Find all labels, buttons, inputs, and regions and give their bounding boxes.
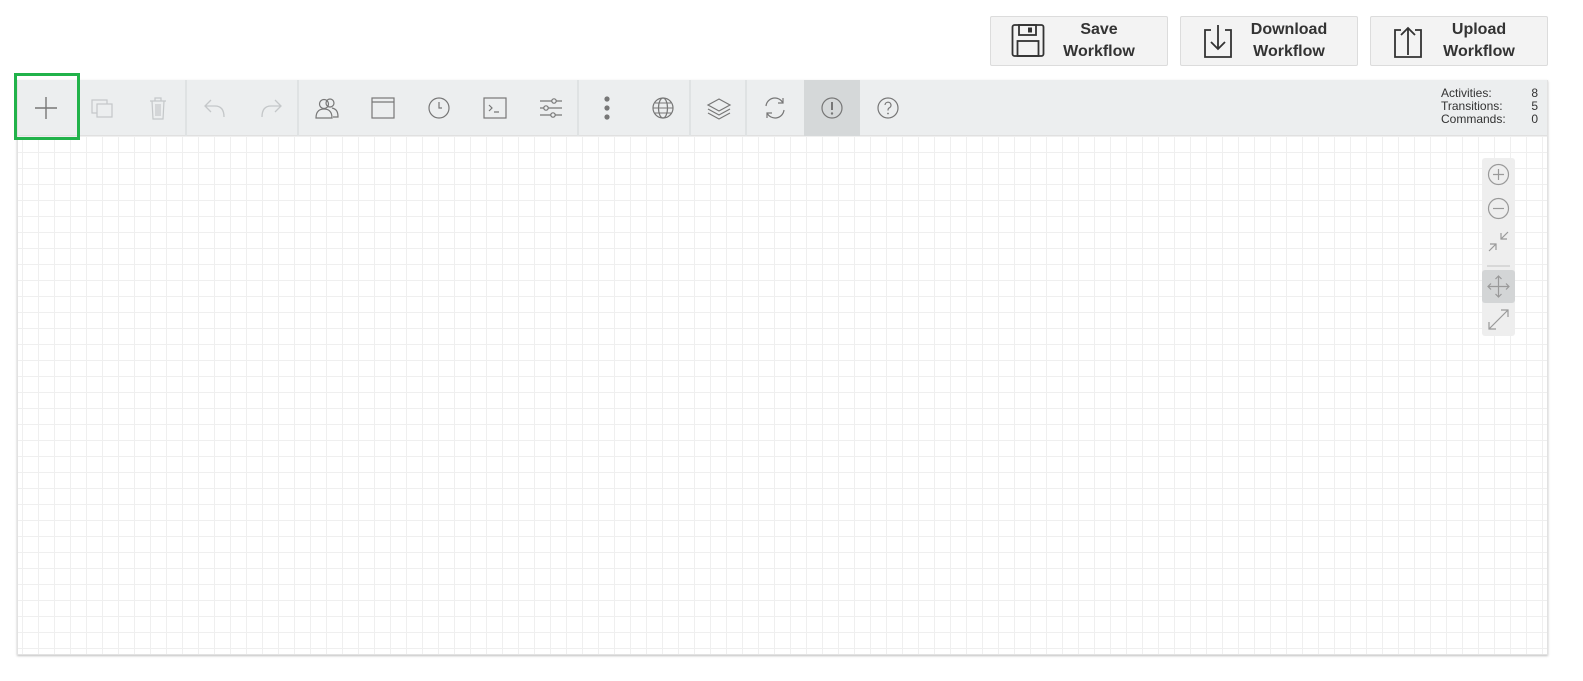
- fit-button[interactable]: [1482, 225, 1515, 258]
- zoom-out-icon: [1487, 197, 1510, 220]
- workflow-designer: Activities: 8 Transitions: 5 Commands: 0: [14, 73, 1548, 655]
- zoom-panel: [1482, 158, 1515, 336]
- move-icon: [1487, 275, 1510, 298]
- designer-toolbar: Activities: 8 Transitions: 5 Commands: 0: [14, 73, 1547, 140]
- window-button[interactable]: [355, 80, 411, 136]
- zoom-in-button[interactable]: [1482, 158, 1515, 191]
- download-workflow-label: Download Workflow: [1250, 21, 1328, 60]
- redo-icon: [261, 99, 282, 118]
- zoom-in-icon: [1487, 163, 1510, 186]
- upload-workflow-label: Upload Workflow: [1443, 21, 1515, 60]
- help-icon: [877, 97, 899, 119]
- floppy-disk-icon: [1011, 24, 1045, 57]
- workflow-actions: Save Workflow Download Workflow Upload W…: [990, 16, 1548, 66]
- zoom-separator: [1487, 265, 1510, 267]
- zoom-out-button[interactable]: [1482, 192, 1515, 225]
- commands-value: 0: [1531, 112, 1538, 126]
- globe-icon: [652, 97, 674, 119]
- window-icon: [371, 97, 395, 119]
- vertical-dots-icon: [604, 96, 610, 120]
- delete-button[interactable]: [130, 80, 186, 136]
- clock-icon: [428, 97, 450, 119]
- alert-icon: [821, 97, 843, 119]
- move-button[interactable]: [1482, 270, 1515, 303]
- sliders-icon: [540, 98, 562, 118]
- commands-label: Commands:: [1441, 112, 1506, 126]
- users-icon: [315, 98, 339, 119]
- create-activity-button[interactable]: [18, 80, 74, 136]
- refresh-icon: [765, 97, 785, 119]
- save-workflow-button[interactable]: Save Workflow: [990, 16, 1168, 66]
- copy-button[interactable]: [74, 80, 130, 136]
- expand-icon: [1488, 309, 1509, 330]
- help-button[interactable]: [860, 80, 916, 136]
- more-button[interactable]: [579, 80, 635, 136]
- layers-button[interactable]: [691, 80, 747, 136]
- refresh-button[interactable]: [747, 80, 803, 136]
- download-workflow-button[interactable]: Download Workflow: [1180, 16, 1358, 66]
- download-icon: [1204, 25, 1232, 58]
- trash-icon: [150, 97, 166, 120]
- stats-commands: Commands: 0: [1441, 113, 1538, 126]
- terminal-icon: [483, 97, 507, 119]
- timers-button[interactable]: [411, 80, 467, 136]
- localization-button[interactable]: [635, 80, 691, 136]
- copy-icon: [91, 99, 113, 118]
- fit-icon: [1488, 231, 1509, 252]
- upload-workflow-button[interactable]: Upload Workflow: [1370, 16, 1548, 66]
- expand-button[interactable]: [1482, 303, 1515, 336]
- validate-button[interactable]: [804, 80, 860, 136]
- save-workflow-label: Save Workflow: [1063, 21, 1135, 60]
- parameters-button[interactable]: [523, 80, 579, 136]
- commands-button[interactable]: [467, 80, 523, 136]
- layers-icon: [706, 98, 732, 120]
- undo-button[interactable]: [187, 80, 243, 136]
- actors-button[interactable]: [299, 80, 355, 136]
- workflow-stats: Activities: 8 Transitions: 5 Commands: 0: [1441, 87, 1538, 126]
- upload-icon: [1394, 26, 1422, 58]
- plus-icon: [35, 97, 57, 119]
- redo-button[interactable]: [243, 80, 299, 136]
- undo-icon: [204, 99, 225, 118]
